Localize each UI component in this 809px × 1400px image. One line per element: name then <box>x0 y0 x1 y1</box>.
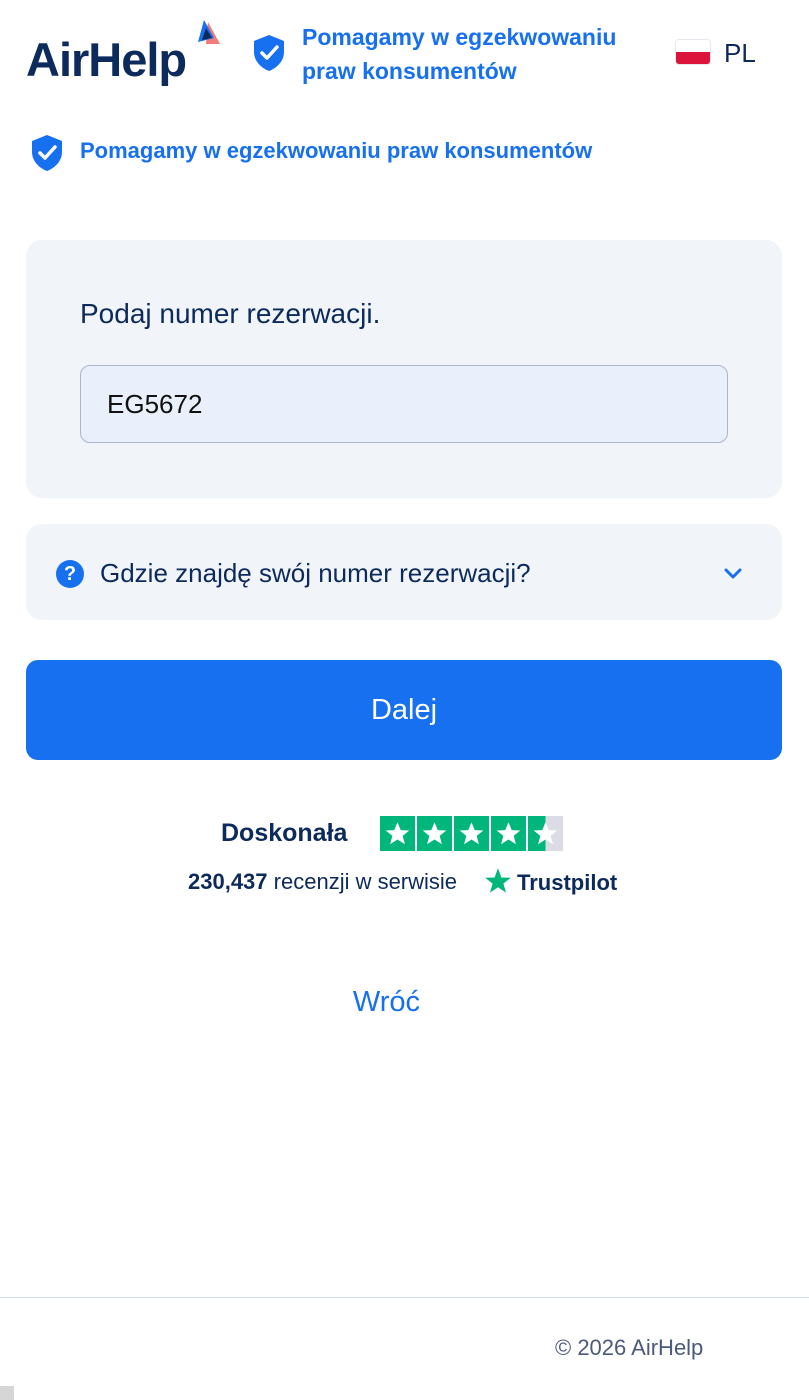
site-header: AirHelp Pomagamy w egzekwowaniu praw kon… <box>0 0 809 110</box>
trustpilot-brand: Trustpilot <box>517 870 618 895</box>
booking-number-label: Podaj numer rezerwacji. <box>80 298 381 329</box>
shield-check-icon <box>32 135 62 171</box>
poland-flag-icon <box>676 40 710 64</box>
review-count: 230,437 <box>188 869 268 894</box>
reviews-text: recenzji w serwisie <box>273 869 458 894</box>
trustpilot-star-icon <box>485 868 511 893</box>
continue-button[interactable]: Dalej <box>26 660 782 760</box>
airhelp-logo[interactable]: AirHelp <box>26 18 226 90</box>
corner-marker <box>0 1386 14 1400</box>
logo-mark-icon <box>198 20 220 44</box>
copyright-text: © 2026 AirHelp <box>555 1335 704 1360</box>
header-claim: Pomagamy w egzekwowaniu praw konsumentów <box>252 20 622 90</box>
trustpilot-widget[interactable]: Doskonała 230,437 recenzji w serwisie Tr… <box>0 815 809 905</box>
booking-form-card: Podaj numer rezerwacji. <box>26 240 782 498</box>
back-link[interactable]: Wróć <box>353 986 420 1018</box>
language-selector[interactable]: PL <box>676 36 776 70</box>
star-icon <box>380 816 415 851</box>
trustpilot-rating-label: Doskonała <box>221 819 348 847</box>
question-icon: ? <box>56 560 84 588</box>
logo-wordmark: AirHelp <box>26 33 187 86</box>
footer-divider <box>0 1297 809 1298</box>
star-icon <box>491 816 526 851</box>
booking-number-input[interactable] <box>80 365 728 443</box>
star-icon <box>417 816 452 851</box>
trustpilot-stars <box>380 816 563 851</box>
consumer-rights-claim: Pomagamy w egzekwowaniu praw konsumentów <box>30 134 670 174</box>
chevron-down-icon <box>724 568 742 579</box>
booking-help-question: Gdzie znajdę swój numer rezerwacji? <box>100 558 531 588</box>
half-star-icon <box>528 816 563 851</box>
back-link-wrapper: Wróć <box>0 986 809 1019</box>
language-code: PL <box>724 38 756 68</box>
shield-check-icon <box>254 35 284 71</box>
consumer-rights-text: Pomagamy w egzekwowaniu praw konsumentów <box>80 138 593 163</box>
booking-help-accordion[interactable]: ? Gdzie znajdę swój numer rezerwacji? <box>26 524 782 620</box>
trustpilot-review-line: 230,437 recenzji w serwisie <box>188 869 457 895</box>
star-icon <box>454 816 489 851</box>
header-claim-text: Pomagamy w egzekwowaniu praw konsumentów <box>302 24 617 84</box>
